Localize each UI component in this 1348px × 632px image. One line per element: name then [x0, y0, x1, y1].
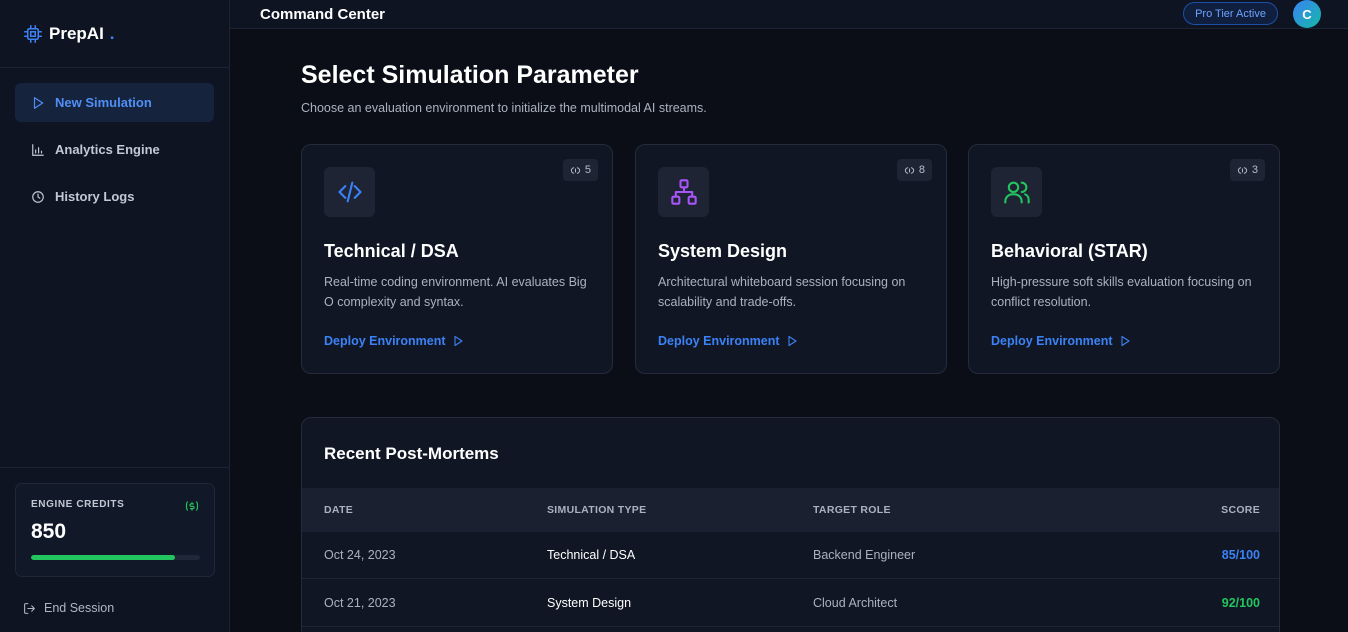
sidebar-item-label: New Simulation [55, 95, 152, 110]
layers-icon [904, 166, 914, 174]
play-icon [787, 335, 797, 347]
card-technical-dsa[interactable]: 5 Technical / DSA Real-time coding envir… [301, 144, 613, 374]
pro-tier-badge: Pro Tier Active [1183, 2, 1278, 25]
count-value: 5 [584, 164, 591, 176]
sidebar-item-label: Analytics Engine [55, 142, 160, 157]
credits-value: 850 [31, 520, 67, 543]
play-icon [33, 96, 44, 109]
sidebar-item-history-logs[interactable]: History Logs [15, 177, 214, 216]
count-badge: 5 [562, 159, 598, 181]
recent-post-mortems-table: Recent Post-Mortems DATE SIMULATION TYPE… [301, 417, 1280, 632]
deploy-environment-button[interactable]: Deploy Environment [991, 334, 1131, 348]
layers-icon [570, 166, 580, 174]
sidebar-footer: ENGINE CREDITS 850 End Session [0, 467, 229, 632]
end-session-label: End Session [44, 601, 115, 615]
row-simulation-type: System Design [547, 596, 632, 610]
brand-name: PrepAI [49, 23, 104, 43]
page-title: Command Center [260, 5, 386, 23]
column-header-score: SCORE [1221, 504, 1260, 516]
layers-icon [1237, 166, 1247, 174]
card-behavioral-star[interactable]: 3 Behavioral (STAR) High-pressure soft s… [968, 144, 1280, 374]
deploy-environment-button[interactable]: Deploy Environment [324, 334, 464, 348]
row-simulation-type: Technical / DSA [547, 548, 636, 562]
sidebar-item-analytics-engine[interactable]: Analytics Engine [15, 130, 214, 169]
card-icon-wrapper [324, 167, 375, 217]
card-icon-wrapper [658, 167, 709, 217]
main-content: Select Simulation Parameter Choose an ev… [301, 29, 1280, 632]
section-heading: Select Simulation Parameter [301, 61, 639, 89]
card-title: Behavioral (STAR) [991, 241, 1148, 261]
card-description: Architectural whiteboard session focusin… [658, 275, 906, 309]
row-target-role: Cloud Architect [813, 596, 898, 610]
table-title: Recent Post-Mortems [324, 444, 499, 463]
count-badge: 8 [896, 159, 932, 181]
table-row[interactable]: Oct 21, 2023 System Design Cloud Archite… [302, 580, 1279, 627]
row-score: 92/100 [1221, 596, 1260, 610]
sidebar: PrepAI . New Simulation Analytics Engine… [0, 0, 230, 632]
table-header: DATE SIMULATION TYPE TARGET ROLE SCORE [302, 488, 1279, 532]
bar-chart-icon [32, 143, 44, 156]
deploy-label: Deploy Environment [991, 334, 1113, 348]
logout-icon [24, 602, 35, 614]
end-session-button[interactable]: End Session [23, 601, 114, 615]
currency-icon [185, 501, 199, 511]
card-description: High-pressure soft skills evaluation foc… [991, 275, 1252, 309]
column-header-date: DATE [324, 504, 354, 516]
engine-credits-panel: ENGINE CREDITS 850 [15, 483, 215, 577]
cpu-icon [24, 24, 42, 43]
row-score: 85/100 [1221, 548, 1260, 562]
credits-progress-fill [31, 555, 175, 560]
brand[interactable]: PrepAI . [0, 0, 229, 68]
play-icon [453, 335, 463, 347]
row-date: Oct 21, 2023 [324, 596, 396, 610]
play-icon [1120, 335, 1130, 347]
simulation-cards: 5 Technical / DSA Real-time coding envir… [301, 144, 1280, 374]
sidebar-nav: New Simulation Analytics Engine History … [0, 68, 229, 216]
column-header-simulation-type: SIMULATION TYPE [547, 504, 647, 516]
count-value: 8 [918, 164, 925, 176]
network-icon [670, 179, 697, 205]
credits-progress-bar [31, 555, 200, 560]
top-bar: Command Center Pro Tier Active C [230, 0, 1348, 29]
brand-dot: . [109, 23, 115, 43]
section-subheading: Choose an evaluation environment to init… [301, 101, 707, 115]
avatar[interactable]: C [1293, 0, 1321, 28]
sidebar-item-label: History Logs [55, 189, 135, 204]
deploy-label: Deploy Environment [658, 334, 780, 348]
card-icon-wrapper [991, 167, 1042, 217]
clock-icon [32, 190, 44, 203]
card-title: Technical / DSA [324, 241, 459, 261]
deploy-environment-button[interactable]: Deploy Environment [658, 334, 798, 348]
card-description: Real-time coding environment. AI evaluat… [324, 275, 587, 309]
table-row[interactable]: Oct 24, 2023 Technical / DSA Backend Eng… [302, 532, 1279, 579]
count-badge: 3 [1229, 159, 1265, 181]
deploy-label: Deploy Environment [324, 334, 446, 348]
row-target-role: Backend Engineer [813, 548, 916, 562]
row-date: Oct 24, 2023 [324, 548, 396, 562]
credits-label: ENGINE CREDITS [31, 499, 125, 510]
card-system-design[interactable]: 8 System Design Architectural whiteboard… [635, 144, 947, 374]
sidebar-item-new-simulation[interactable]: New Simulation [15, 83, 214, 122]
count-value: 3 [1251, 164, 1258, 176]
card-title: System Design [658, 241, 788, 261]
code-icon [337, 181, 362, 203]
column-header-target-role: TARGET ROLE [813, 504, 891, 516]
users-icon [1003, 181, 1030, 204]
